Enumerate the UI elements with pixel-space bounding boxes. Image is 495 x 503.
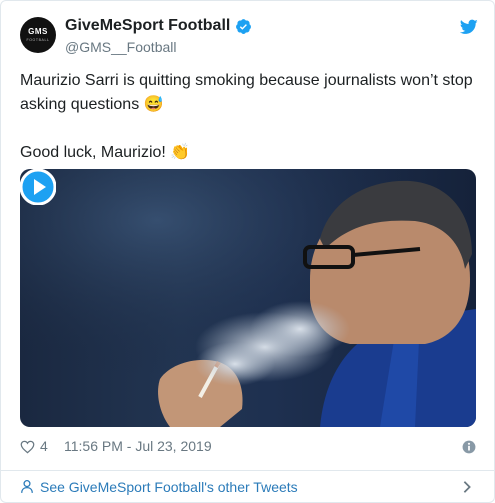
other-tweets-label[interactable]: See GiveMeSport Football's other Tweets — [40, 479, 298, 495]
other-tweets-link[interactable]: See GiveMeSport Football's other Tweets — [20, 477, 480, 497]
tweet-text-line: Good luck, Maurizio! 👏 — [20, 144, 191, 161]
twitter-bird-icon[interactable] — [460, 19, 478, 35]
tweet-text-line: Maurizio Sarri is quitting smoking becau… — [20, 72, 473, 113]
heart-icon[interactable] — [20, 440, 35, 454]
chevron-right-icon — [463, 481, 471, 493]
avatar-logo-text: GMS — [28, 27, 48, 36]
avatar[interactable]: GMS FOOTBALL — [20, 17, 56, 53]
info-icon[interactable] — [462, 440, 476, 454]
author-handle[interactable]: @GMS__Football — [65, 39, 176, 55]
verified-badge-icon — [236, 19, 251, 34]
tweet-text: Maurizio Sarri is quitting smoking becau… — [20, 69, 480, 165]
divider — [1, 470, 494, 471]
tweet-meta: 4 11:56 PM - Jul 23, 2019 — [20, 437, 476, 457]
timestamp-link[interactable]: 11:56 PM - Jul 23, 2019 — [64, 438, 212, 454]
person-icon — [21, 480, 33, 493]
video-player[interactable] — [20, 169, 476, 427]
avatar-logo-subtext: FOOTBALL — [26, 38, 50, 42]
tweet-card: GMS FOOTBALL GiveMeSport Football @GMS__… — [0, 0, 495, 503]
video-thumbnail — [20, 169, 476, 427]
author-name[interactable]: GiveMeSport Football — [65, 17, 230, 35]
play-icon[interactable] — [20, 169, 56, 205]
like-count[interactable]: 4 — [40, 438, 48, 454]
